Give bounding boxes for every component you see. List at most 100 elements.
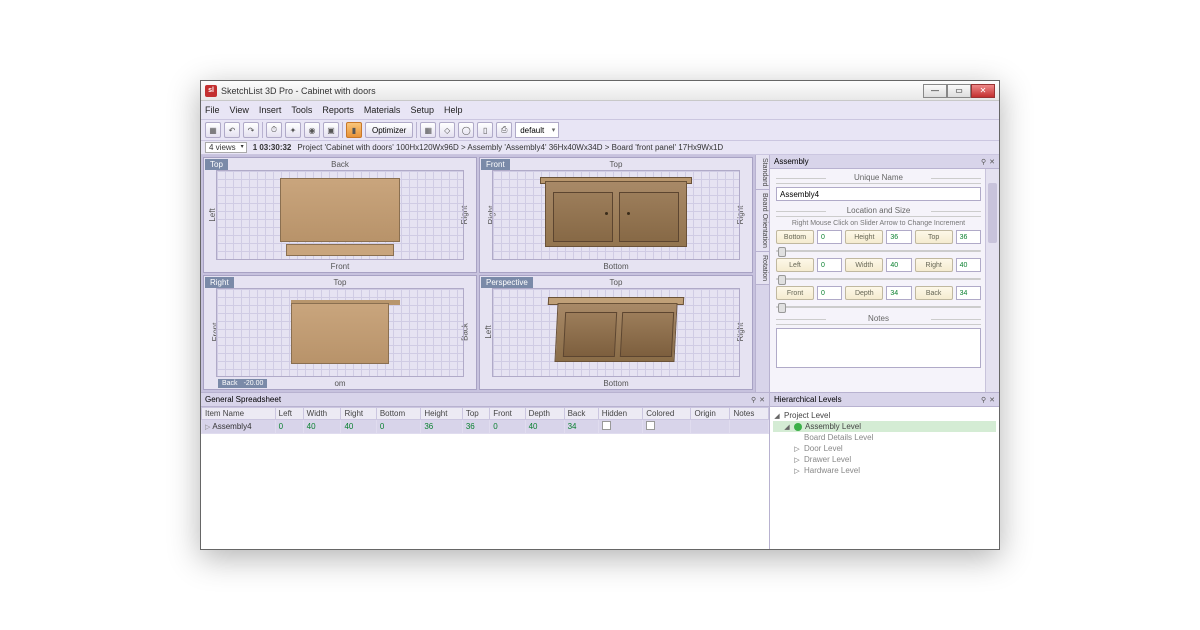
right-button[interactable]: Right [915,258,953,272]
cabinet-side[interactable] [291,303,389,364]
col-back[interactable]: Back [564,408,598,420]
print-icon[interactable]: ⎙ [496,122,512,138]
collapse-icon[interactable]: ◢ [773,412,781,420]
checkbox[interactable] [646,421,655,430]
tool-1-icon[interactable]: ▦ [205,122,221,138]
width-field[interactable]: 40 [886,258,911,272]
top-button[interactable]: Top [915,230,953,244]
cell[interactable]: 0 [490,420,525,434]
scrollbar[interactable] [985,169,999,392]
device-icon[interactable]: ▯ [477,122,493,138]
cell[interactable]: 34 [564,420,598,434]
expand-icon[interactable]: ▷ [793,456,801,464]
cabinet-door-left[interactable] [553,192,613,242]
col-origin[interactable]: Origin [691,408,730,420]
tree-node-door[interactable]: ▷Door Level [773,443,996,454]
menu-setup[interactable]: Setup [410,105,434,115]
col-hidden[interactable]: Hidden [598,408,643,420]
height-field[interactable]: 36 [886,230,911,244]
slider-2[interactable] [776,275,981,283]
shape-icon[interactable]: ◇ [439,122,455,138]
left-field[interactable]: 0 [817,258,842,272]
tree-node-project[interactable]: ◢Project Level [773,410,996,421]
left-button[interactable]: Left [776,258,814,272]
depth-field[interactable]: 34 [886,286,911,300]
col-top[interactable]: Top [462,408,489,420]
unique-name-input[interactable] [776,187,981,201]
viewport-perspective[interactable]: Perspective Top Bottom Left Right [479,275,753,391]
board-icon[interactable]: ▮ [346,122,362,138]
menu-materials[interactable]: Materials [364,105,401,115]
cabinet-top[interactable] [280,178,400,242]
front-button[interactable]: Front [776,286,814,300]
hierarchy-tree[interactable]: ◢Project Level ◢Assembly Level Board Det… [770,407,999,479]
expand-icon[interactable]: ▷ [793,445,801,453]
col-notes[interactable]: Notes [730,408,769,420]
cell[interactable]: 40 [341,420,376,434]
layout-dropdown[interactable]: default [515,122,559,138]
col-height[interactable]: Height [421,408,462,420]
menu-reports[interactable]: Reports [322,105,354,115]
spreadsheet-table[interactable]: Item Name Left Width Right Bottom Height… [201,407,769,434]
col-width[interactable]: Width [303,408,341,420]
bottom-field[interactable]: 0 [817,230,842,244]
close-icon[interactable]: ✕ [989,396,995,404]
viewport-front[interactable]: Front Top Bottom Right Right [479,157,753,273]
collapse-icon[interactable]: ◢ [783,423,791,431]
col-bottom[interactable]: Bottom [376,408,421,420]
cell[interactable]: 0 [275,420,303,434]
expand-icon[interactable]: ▷ [205,424,210,431]
tree-node-board[interactable]: Board Details Level [773,432,996,443]
back-button[interactable]: Back [915,286,953,300]
slider-1[interactable] [776,247,981,255]
undo-icon[interactable]: ↶ [224,122,240,138]
breadcrumb-path[interactable]: Project 'Cabinet with doors' 100Hx120Wx9… [297,143,723,152]
tree-node-hardware[interactable]: ▷Hardware Level [773,465,996,476]
titlebar[interactable]: sl SketchList 3D Pro - Cabinet with door… [201,81,999,101]
cabinet-door-right[interactable] [619,192,679,242]
table-row[interactable]: ▷Assembly4 0 40 40 0 36 36 0 40 34 [202,420,769,434]
cell-notes[interactable] [730,420,769,434]
slider-3[interactable] [776,303,981,311]
width-button[interactable]: Width [845,258,883,272]
menu-file[interactable]: File [205,105,220,115]
render-icon[interactable]: ▣ [323,122,339,138]
cell[interactable]: 36 [421,420,462,434]
right-field[interactable]: 40 [956,258,981,272]
col-item-name[interactable]: Item Name [202,408,276,420]
menu-help[interactable]: Help [444,105,463,115]
maximize-button[interactable]: ▭ [947,84,971,98]
redo-icon[interactable]: ↷ [243,122,259,138]
cell-origin[interactable] [691,420,730,434]
optimizer-button[interactable]: Optimizer [365,122,413,138]
minimize-button[interactable]: — [923,84,947,98]
tree-node-assembly[interactable]: ◢Assembly Level [773,421,996,432]
cell-colored[interactable] [643,420,691,434]
cabinet-door-left[interactable] [563,312,617,357]
depth-button[interactable]: Depth [845,286,883,300]
cell-hidden[interactable] [598,420,643,434]
col-colored[interactable]: Colored [643,408,691,420]
col-right[interactable]: Right [341,408,376,420]
tree-node-drawer[interactable]: ▷Drawer Level [773,454,996,465]
viewport-top[interactable]: Top Back Front Left Right [203,157,477,273]
camera-icon[interactable]: ◉ [304,122,320,138]
timer-icon[interactable]: ⏱ [266,122,282,138]
col-left[interactable]: Left [275,408,303,420]
menu-insert[interactable]: Insert [259,105,282,115]
expand-icon[interactable]: ▷ [793,467,801,475]
pin-icon[interactable]: ⚲ [751,396,756,404]
grid-icon[interactable]: ▦ [420,122,436,138]
col-depth[interactable]: Depth [525,408,564,420]
cabinet-drawer[interactable] [286,244,395,255]
top-field[interactable]: 36 [956,230,981,244]
pin-icon[interactable]: ⚲ [981,158,986,166]
cell[interactable]: 0 [376,420,421,434]
hierarchy-header[interactable]: Hierarchical Levels ⚲✕ [770,393,999,407]
wizard-icon[interactable]: ✦ [285,122,301,138]
viewport-right[interactable]: Right Top om Front Back Back -20.00 [203,275,477,391]
cabinet-door-right[interactable] [620,312,674,357]
spreadsheet-header[interactable]: General Spreadsheet ⚲✕ [201,393,769,407]
panel-header[interactable]: Assembly ⚲✕ [770,155,999,169]
front-field[interactable]: 0 [817,286,842,300]
